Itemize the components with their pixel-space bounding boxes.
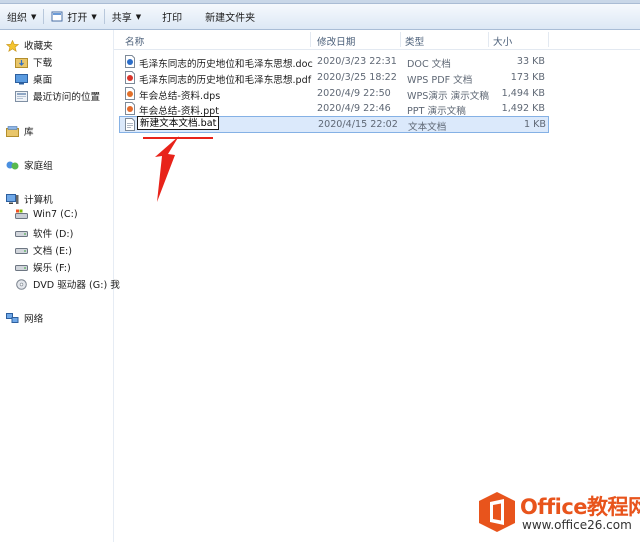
file-modified: 2020/4/15 22:02 — [318, 119, 398, 130]
organize-label: 组织 — [7, 13, 27, 24]
nav-drive-g-label: DVD 驱动器 (G:) 我 — [33, 280, 120, 291]
open-icon — [51, 11, 63, 22]
file-name: 年会总结-资料.dps — [139, 91, 221, 102]
hard-drive-icon — [15, 245, 28, 256]
file-size: 1,492 KB — [501, 103, 545, 114]
column-header-modified[interactable]: 修改日期 — [317, 34, 355, 48]
open-label: 打开 — [67, 13, 88, 24]
command-bar: 组织 ▼ 打开 ▼ 共享 ▼ 打印 新建文件夹 — [0, 4, 640, 30]
desktop-icon — [15, 73, 28, 85]
open-button[interactable]: 打开 ▼ — [44, 4, 103, 29]
column-header-name[interactable]: 名称 — [125, 34, 144, 48]
column-divider[interactable] — [488, 32, 489, 47]
column-header-size[interactable]: 大小 — [493, 34, 512, 48]
organize-button[interactable]: 组织 ▼ — [0, 4, 43, 29]
library-icon — [6, 125, 19, 137]
nav-homegroup-label: 家庭组 — [24, 161, 53, 172]
file-size: 1,494 KB — [501, 88, 545, 99]
new-folder-label: 新建文件夹 — [205, 13, 256, 24]
chevron-down-icon: ▼ — [31, 12, 37, 21]
nav-drive-e-label: 文档 (E:) — [33, 246, 73, 257]
hard-drive-icon — [15, 228, 28, 239]
file-size: 173 KB — [510, 72, 545, 83]
share-label: 共享 — [111, 13, 132, 24]
print-label: 打印 — [162, 13, 183, 24]
downloads-folder-icon — [15, 57, 28, 68]
nav-drive-e[interactable]: 文档 (E:) — [15, 243, 72, 257]
watermark-title: Office教程网 — [520, 495, 640, 519]
chevron-down-icon: ▼ — [135, 12, 142, 21]
column-divider[interactable] — [310, 32, 311, 47]
nav-libraries[interactable]: 库 — [6, 124, 34, 138]
file-modified: 2020/4/9 22:46 — [317, 103, 391, 114]
nav-drive-d-label: 软件 (D:) — [33, 229, 74, 240]
column-headers: 名称 修改日期 类型 大小 — [114, 30, 640, 50]
column-header-type[interactable]: 类型 — [405, 34, 424, 48]
file-row[interactable]: 年会总结-资料.dps 2020/4/9 22:50 WPS演示 演示文稿 1,… — [120, 86, 548, 102]
file-row[interactable]: 毛泽东同志的历史地位和毛泽东思想.pdf 2020/3/25 18:22 WPS… — [120, 70, 548, 86]
dps-file-icon — [125, 87, 135, 100]
nav-favorites[interactable]: 收藏夹 — [5, 38, 53, 52]
file-size: 1 KB — [523, 119, 546, 130]
nav-libraries-label: 库 — [24, 127, 34, 138]
nav-downloads-label: 下载 — [33, 58, 53, 69]
nav-drive-c[interactable]: Win7 (C:) — [15, 209, 78, 220]
nav-drive-g[interactable]: DVD 驱动器 (G:) 我 — [15, 277, 120, 291]
homegroup-icon — [6, 160, 19, 171]
file-modified: 2020/4/9 22:50 — [317, 88, 391, 99]
doc-file-icon — [125, 55, 135, 68]
nav-downloads[interactable]: 下载 — [15, 55, 52, 69]
nav-drive-c-label: Win7 (C:) — [33, 209, 78, 220]
new-folder-button[interactable]: 新建文件夹 — [189, 4, 262, 29]
watermark: Office教程网 www.office26.com — [475, 487, 640, 542]
nav-desktop[interactable]: 桌面 — [15, 72, 52, 86]
nav-drive-f-label: 娱乐 (F:) — [33, 263, 71, 274]
system-drive-icon — [15, 209, 28, 220]
annotation-arrow — [155, 136, 179, 202]
file-modified: 2020/3/23 22:31 — [317, 56, 397, 67]
nav-favorites-label: 收藏夹 — [24, 41, 53, 52]
watermark-url: www.office26.com — [522, 518, 632, 532]
column-divider[interactable] — [400, 32, 401, 47]
file-name: 年会总结-资料.ppt — [139, 106, 220, 117]
file-type: WPS PDF 文档 — [407, 75, 473, 86]
dvd-drive-icon — [15, 278, 28, 290]
file-size: 33 KB — [516, 56, 545, 67]
file-name: 毛泽东同志的历史地位和毛泽东思想.doc — [139, 59, 313, 70]
file-row[interactable]: 毛泽东同志的历史地位和毛泽东思想.doc 2020/3/23 22:31 DOC… — [120, 54, 548, 70]
nav-drive-f[interactable]: 娱乐 (F:) — [15, 260, 71, 274]
rename-input[interactable]: 新建文本文档.bat — [137, 116, 219, 130]
file-type: PPT 演示文稿 — [407, 106, 466, 117]
pdf-file-icon — [125, 71, 135, 84]
nav-network-label: 网络 — [24, 314, 44, 325]
navigation-pane: 收藏夹 下载 桌面 最近访问的位置 库 家庭组 计算机 Win7 (C:) 软件… — [0, 30, 120, 542]
nav-drive-d[interactable]: 软件 (D:) — [15, 226, 73, 240]
file-modified: 2020/3/25 18:22 — [317, 72, 397, 83]
chevron-down-icon: ▼ — [91, 12, 97, 21]
hard-drive-icon — [15, 262, 28, 273]
file-type: WPS演示 演示文稿 — [407, 91, 489, 102]
column-divider[interactable] — [548, 32, 549, 47]
nav-computer[interactable]: 计算机 — [6, 192, 53, 206]
office-logo-icon — [479, 492, 515, 532]
file-name: 毛泽东同志的历史地位和毛泽东思想.pdf — [139, 75, 312, 86]
nav-computer-label: 计算机 — [24, 195, 53, 206]
network-icon — [6, 312, 19, 324]
file-row[interactable]: 年会总结-资料.ppt 2020/4/9 22:46 PPT 演示文稿 1,49… — [120, 101, 548, 117]
nav-recent-places[interactable]: 最近访问的位置 — [15, 89, 100, 103]
text-file-icon — [125, 118, 135, 131]
recent-places-icon — [15, 90, 28, 102]
computer-icon — [6, 193, 19, 205]
print-button[interactable]: 打印 — [148, 4, 189, 29]
file-type: DOC 文档 — [407, 59, 451, 70]
nav-homegroup[interactable]: 家庭组 — [6, 158, 53, 172]
ppt-file-icon — [125, 102, 135, 115]
star-icon — [5, 39, 20, 52]
nav-desktop-label: 桌面 — [33, 75, 53, 86]
nav-recent-places-label: 最近访问的位置 — [33, 92, 101, 103]
file-type: 文本文档 — [408, 122, 447, 133]
share-button[interactable]: 共享 ▼ — [105, 4, 148, 29]
nav-network[interactable]: 网络 — [6, 311, 43, 325]
